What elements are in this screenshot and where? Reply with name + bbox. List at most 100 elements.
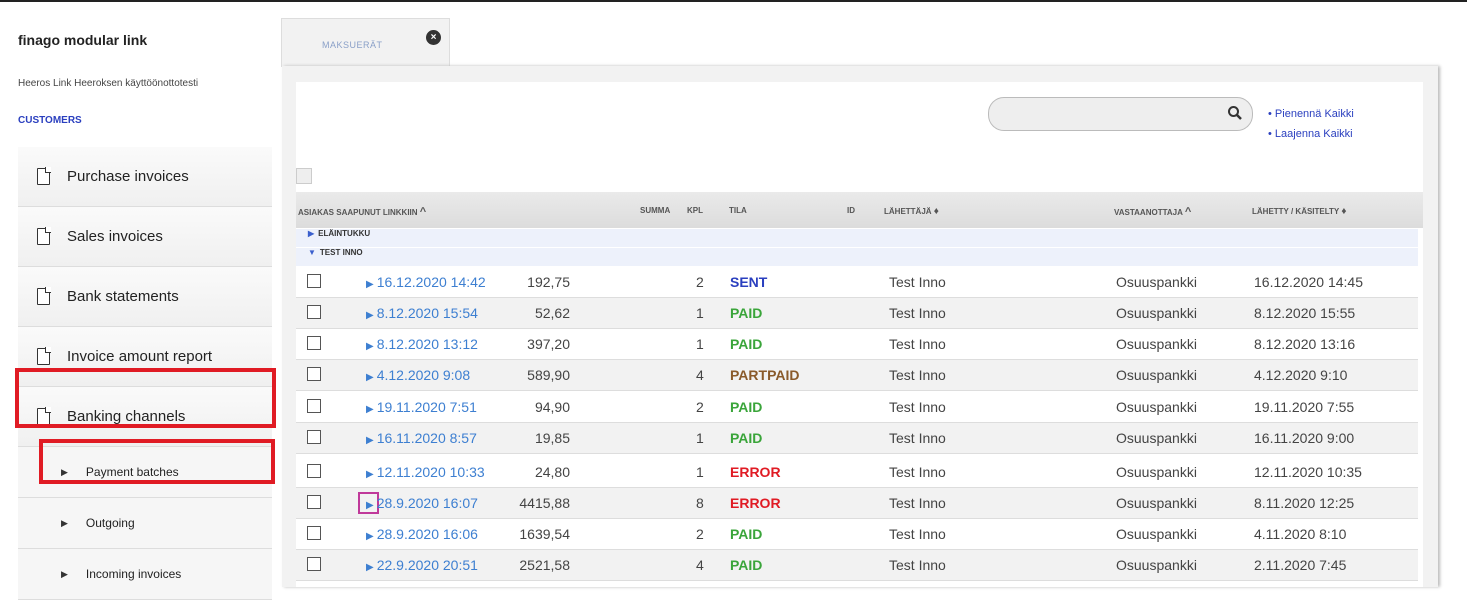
row-checkbox[interactable] (307, 526, 321, 540)
header-arrived[interactable]: ASIAKAS SAAPUNUT LINKKIIN ^ (298, 206, 426, 218)
sidebar-item-bank-statements[interactable]: Bank statements (18, 267, 272, 327)
row-checkbox[interactable] (307, 557, 321, 571)
row-date-link[interactable]: ▶ 8.12.2020 13:12 (366, 336, 478, 352)
row-handled: 2.11.2020 7:45 (1254, 557, 1347, 573)
table-row[interactable]: ▶ 16.12.2020 14:42 192,75 2 SENT Test Inno Osu… (296, 267, 1418, 298)
row-checkbox[interactable] (307, 336, 321, 350)
sidebar-subitem-incoming-invoices[interactable]: ▶ Incoming invoices (18, 549, 272, 600)
sidebar: finago modular link Heeros Link Heerokse… (0, 9, 282, 600)
caret-right-icon: ▶ (366, 562, 374, 573)
table-row[interactable]: ▶ 16.11.2020 8:57 19,85 1 PAID Test Inno Osuus… (296, 423, 1418, 454)
row-date-link[interactable]: ▶ 28.9.2020 16:07 (366, 495, 478, 511)
row-sender: Test Inno (889, 274, 946, 290)
row-sum: 2521,58 (519, 557, 570, 573)
caret-right-icon: ▶ (308, 229, 315, 238)
row-sender: Test Inno (889, 430, 946, 446)
header-receiver[interactable]: VASTAANOTTAJA ^ (1114, 206, 1191, 218)
table-row[interactable]: ▶ 28.9.2020 16:06 1639,54 2 PAID Test Inno Osu… (296, 519, 1418, 550)
row-sum: 4415,88 (519, 495, 570, 511)
row-kpl: 2 (696, 526, 704, 542)
row-receiver: Osuuspankki (1116, 557, 1197, 573)
table-row[interactable]: ▶ 28.9.2020 16:07 4415,88 8 ERROR Test Inno Os… (296, 488, 1418, 519)
status-badge: PAID (730, 305, 763, 321)
sidebar-item-label: Purchase invoices (67, 168, 189, 185)
document-icon (37, 287, 51, 305)
caret-right-icon: ▶ (366, 310, 374, 321)
row-receiver: Osuuspankki (1116, 526, 1197, 542)
row-receiver: Osuuspankki (1116, 430, 1197, 446)
row-date-link[interactable]: ▶ 12.11.2020 10:33 (366, 464, 485, 480)
row-date-link[interactable]: ▶ 16.11.2020 8:57 (366, 430, 477, 446)
row-sum: 52,62 (534, 305, 570, 321)
sidebar-item-label: Sales invoices (67, 228, 163, 245)
caret-right-icon: ▶ (61, 517, 68, 528)
header-sender[interactable]: LÄHETTÄJÄ ♦ (884, 206, 939, 217)
row-date-link[interactable]: ▶ 28.9.2020 16:06 (366, 526, 478, 542)
row-checkbox[interactable] (307, 464, 321, 478)
row-sender: Test Inno (889, 305, 946, 321)
search-input[interactable] (988, 97, 1253, 131)
customers-link[interactable]: CUSTOMERS (18, 115, 82, 126)
expand-all-link[interactable]: • Laajenna Kaikki (1268, 124, 1354, 144)
table-row[interactable]: ▶ 12.11.2020 10:33 24,80 1 ERROR Test Inno Osu… (296, 457, 1418, 488)
row-sender: Test Inno (889, 557, 946, 573)
highlight-box-banking-channels (15, 368, 276, 428)
status-badge: PAID (730, 526, 763, 542)
row-checkbox[interactable] (307, 274, 321, 288)
sort-both-icon: ♦ (933, 206, 939, 217)
row-checkbox[interactable] (307, 305, 321, 319)
row-date-link[interactable]: ▶ 4.12.2020 9:08 (366, 367, 470, 383)
group-row[interactable]: ▶ ELÄINTUKKU (296, 229, 1418, 247)
row-date-link[interactable]: ▶ 8.12.2020 15:54 (366, 305, 478, 321)
sidebar-item-purchase-invoices[interactable]: Purchase invoices (18, 147, 272, 207)
sidebar-subitem-outgoing[interactable]: ▶ Outgoing (18, 498, 272, 549)
header-handled[interactable]: LÄHETTY / KÄSITELTY ♦ (1252, 206, 1346, 217)
sort-both-icon: ♦ (1341, 206, 1347, 217)
status-badge: PAID (730, 430, 763, 446)
row-kpl: 4 (696, 557, 704, 573)
row-date-link[interactable]: ▶ 19.11.2020 7:51 (366, 399, 477, 415)
group-row[interactable]: ▼ TEST INNO (296, 248, 1418, 266)
table-row[interactable]: ▶ 22.9.2020 20:51 2521,58 4 PAID Test Inno Osu… (296, 550, 1418, 581)
tab-maksuerat[interactable]: MAKSUERÄT × (281, 18, 450, 67)
row-date-link[interactable]: ▶ 16.12.2020 14:42 (366, 274, 486, 290)
table-row[interactable]: ▶ 8.12.2020 15:54 52,62 1 PAID Test Inno Osuus… (296, 298, 1418, 329)
header-tila[interactable]: TILA (729, 206, 747, 215)
row-receiver: Osuuspankki (1116, 336, 1197, 352)
row-checkbox[interactable] (307, 430, 321, 444)
row-checkbox[interactable] (307, 367, 321, 381)
caret-down-icon: ▼ (308, 248, 316, 257)
select-all-checkbox[interactable] (296, 168, 312, 184)
row-kpl: 1 (696, 430, 704, 446)
table-header: ASIAKAS SAAPUNUT LINKKIIN ^ SUMMA KPL TI… (296, 192, 1423, 228)
row-sum: 192,75 (527, 274, 570, 290)
row-checkbox[interactable] (307, 399, 321, 413)
close-icon[interactable]: × (426, 30, 441, 45)
status-badge: ERROR (730, 464, 781, 480)
caret-right-icon: ▶ (366, 404, 374, 415)
sidebar-subitem-label: Incoming invoices (85, 567, 182, 581)
caret-right-icon: ▶ (366, 469, 374, 480)
row-kpl: 1 (696, 336, 704, 352)
table-row[interactable]: ▶ 19.11.2020 7:51 94,90 2 PAID Test Inno Osuus… (296, 392, 1418, 423)
header-kpl[interactable]: KPL (687, 206, 703, 215)
sidebar-subitem-label: Outgoing (85, 516, 135, 530)
search-icon[interactable] (1227, 105, 1243, 121)
row-sender: Test Inno (889, 464, 946, 480)
row-date-link[interactable]: ▶ 22.9.2020 20:51 (366, 557, 478, 573)
table-row[interactable]: ▶ 8.12.2020 13:12 397,20 1 PAID Test Inno Osuu… (296, 329, 1418, 360)
table-row[interactable]: ▶ 4.12.2020 9:08 589,90 4 PARTPAID Test Inno O… (296, 360, 1418, 391)
row-sender: Test Inno (889, 367, 946, 383)
caret-right-icon: ▶ (366, 372, 374, 383)
row-checkbox[interactable] (307, 495, 321, 509)
header-sum[interactable]: SUMMA (640, 206, 670, 215)
header-id[interactable]: ID (847, 206, 855, 215)
highlight-box-payment-batches (39, 439, 275, 484)
row-handled: 12.11.2020 10:35 (1254, 464, 1362, 480)
sidebar-item-sales-invoices[interactable]: Sales invoices (18, 207, 272, 267)
row-sender: Test Inno (889, 336, 946, 352)
row-handled: 8.12.2020 13:16 (1254, 336, 1356, 352)
sort-up-icon: ^ (1184, 206, 1192, 218)
caret-right-icon: ▶ (366, 279, 374, 290)
collapse-all-link[interactable]: • Pienennä Kaikki (1268, 104, 1354, 124)
